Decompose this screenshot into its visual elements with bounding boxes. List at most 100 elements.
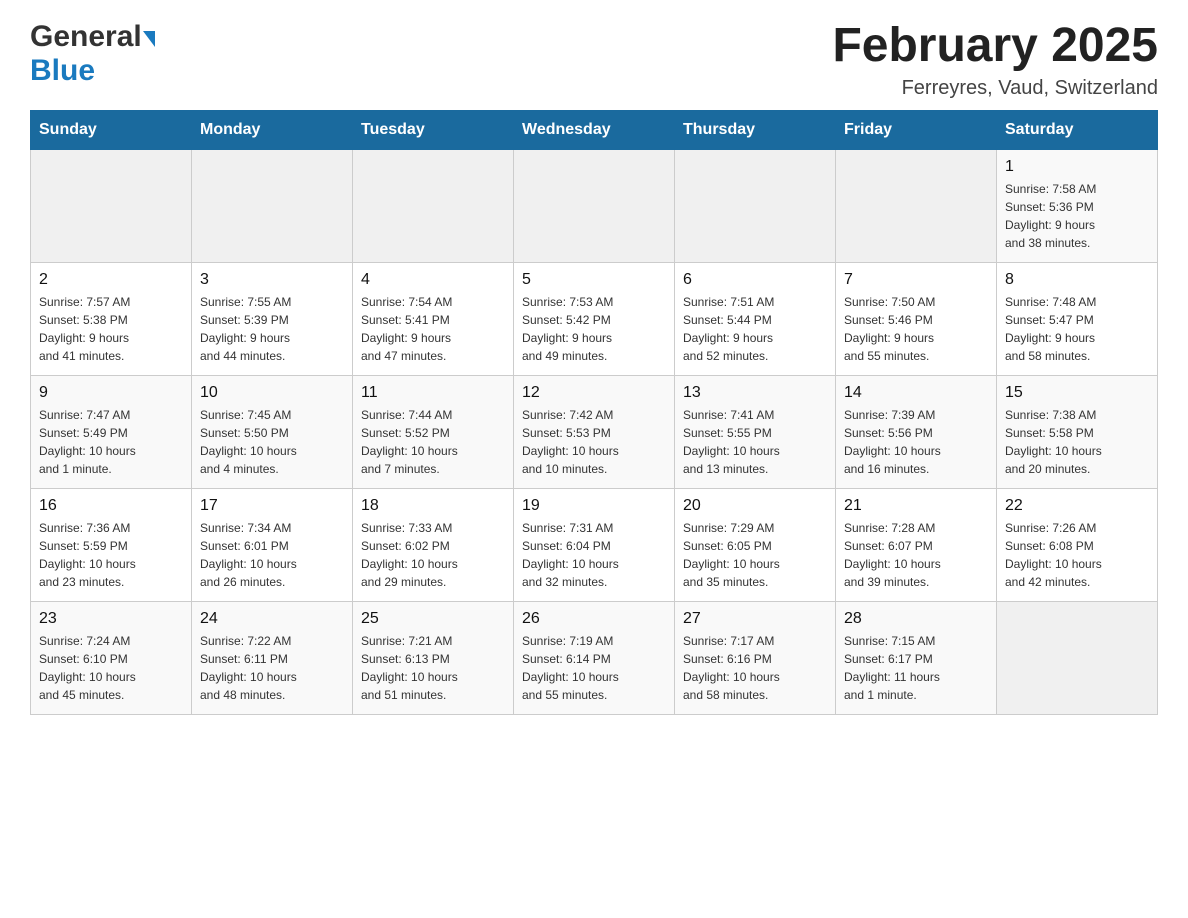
day-number: 24 [200,610,344,628]
day-info: Sunrise: 7:51 AM Sunset: 5:44 PM Dayligh… [683,293,827,365]
weekday-header-sunday: Sunday [31,110,192,149]
calendar-cell: 19 Sunrise: 7:31 AM Sunset: 6:04 PM Dayli… [514,488,675,601]
day-info: Sunrise: 7:34 AM Sunset: 6:01 PM Dayligh… [200,519,344,591]
day-info: Sunrise: 7:38 AM Sunset: 5:58 PM Dayligh… [1005,406,1149,478]
calendar-cell: 3 Sunrise: 7:55 AM Sunset: 5:39 PM Daylig… [192,262,353,375]
day-number: 18 [361,497,505,515]
logo-triangle-icon [143,31,155,47]
weekday-header-monday: Monday [192,110,353,149]
day-info: Sunrise: 7:47 AM Sunset: 5:49 PM Dayligh… [39,406,183,478]
calendar-cell [31,149,192,262]
weekday-header-saturday: Saturday [997,110,1158,149]
day-info: Sunrise: 7:26 AM Sunset: 6:08 PM Dayligh… [1005,519,1149,591]
day-info: Sunrise: 7:39 AM Sunset: 5:56 PM Dayligh… [844,406,988,478]
day-number: 8 [1005,271,1149,289]
calendar-cell: 14 Sunrise: 7:39 AM Sunset: 5:56 PM Dayli… [836,375,997,488]
calendar-cell: 6 Sunrise: 7:51 AM Sunset: 5:44 PM Daylig… [675,262,836,375]
day-number: 19 [522,497,666,515]
day-number: 6 [683,271,827,289]
day-number: 11 [361,384,505,402]
calendar-cell: 16 Sunrise: 7:36 AM Sunset: 5:59 PM Dayli… [31,488,192,601]
week-row-1: 1Sunrise: 7:58 AM Sunset: 5:36 PM Daylig… [31,149,1158,262]
week-row-4: 16 Sunrise: 7:36 AM Sunset: 5:59 PM Dayli… [31,488,1158,601]
weekday-header-tuesday: Tuesday [353,110,514,149]
location-text: Ferreyres, Vaud, Switzerland [832,77,1158,100]
week-row-2: 2 Sunrise: 7:57 AM Sunset: 5:38 PM Daylig… [31,262,1158,375]
calendar-cell: 10Sunrise: 7:45 AM Sunset: 5:50 PM Dayli… [192,375,353,488]
day-number: 9 [39,384,183,402]
day-number: 27 [683,610,827,628]
day-info: Sunrise: 7:55 AM Sunset: 5:39 PM Dayligh… [200,293,344,365]
day-info: Sunrise: 7:33 AM Sunset: 6:02 PM Dayligh… [361,519,505,591]
calendar-cell: 1Sunrise: 7:58 AM Sunset: 5:36 PM Daylig… [997,149,1158,262]
weekday-header-friday: Friday [836,110,997,149]
calendar-cell: 28Sunrise: 7:15 AM Sunset: 6:17 PM Dayli… [836,601,997,714]
calendar-cell: 17 Sunrise: 7:34 AM Sunset: 6:01 PM Dayli… [192,488,353,601]
day-info: Sunrise: 7:21 AM Sunset: 6:13 PM Dayligh… [361,632,505,704]
day-number: 3 [200,271,344,289]
weekday-header-thursday: Thursday [675,110,836,149]
logo: General Blue [30,20,155,88]
calendar-cell: 21 Sunrise: 7:28 AM Sunset: 6:07 PM Dayli… [836,488,997,601]
calendar-cell: 8Sunrise: 7:48 AM Sunset: 5:47 PM Daylig… [997,262,1158,375]
day-number: 28 [844,610,988,628]
day-number: 16 [39,497,183,515]
day-info: Sunrise: 7:29 AM Sunset: 6:05 PM Dayligh… [683,519,827,591]
day-info: Sunrise: 7:36 AM Sunset: 5:59 PM Dayligh… [39,519,183,591]
day-info: Sunrise: 7:24 AM Sunset: 6:10 PM Dayligh… [39,632,183,704]
day-info: Sunrise: 7:44 AM Sunset: 5:52 PM Dayligh… [361,406,505,478]
day-info: Sunrise: 7:58 AM Sunset: 5:36 PM Dayligh… [1005,180,1149,252]
calendar-cell: 23 Sunrise: 7:24 AM Sunset: 6:10 PM Dayli… [31,601,192,714]
day-info: Sunrise: 7:53 AM Sunset: 5:42 PM Dayligh… [522,293,666,365]
calendar-cell: 11 Sunrise: 7:44 AM Sunset: 5:52 PM Dayli… [353,375,514,488]
day-info: Sunrise: 7:41 AM Sunset: 5:55 PM Dayligh… [683,406,827,478]
calendar-cell: 9 Sunrise: 7:47 AM Sunset: 5:49 PM Daylig… [31,375,192,488]
day-number: 25 [361,610,505,628]
calendar-cell: 4 Sunrise: 7:54 AM Sunset: 5:41 PM Daylig… [353,262,514,375]
calendar-cell: 12 Sunrise: 7:42 AM Sunset: 5:53 PM Dayli… [514,375,675,488]
day-number: 14 [844,384,988,402]
calendar-cell: 20 Sunrise: 7:29 AM Sunset: 6:05 PM Dayli… [675,488,836,601]
weekday-header-wednesday: Wednesday [514,110,675,149]
calendar-cell [836,149,997,262]
calendar-table: SundayMondayTuesdayWednesdayThursdayFrid… [30,110,1158,715]
day-number: 13 [683,384,827,402]
week-row-5: 23 Sunrise: 7:24 AM Sunset: 6:10 PM Dayli… [31,601,1158,714]
week-row-3: 9 Sunrise: 7:47 AM Sunset: 5:49 PM Daylig… [31,375,1158,488]
calendar-cell: 18 Sunrise: 7:33 AM Sunset: 6:02 PM Dayli… [353,488,514,601]
day-number: 17 [200,497,344,515]
day-info: Sunrise: 7:22 AM Sunset: 6:11 PM Dayligh… [200,632,344,704]
day-number: 4 [361,271,505,289]
calendar-cell: 24 Sunrise: 7:22 AM Sunset: 6:11 PM Dayli… [192,601,353,714]
month-title: February 2025 [832,20,1158,73]
day-info: Sunrise: 7:57 AM Sunset: 5:38 PM Dayligh… [39,293,183,365]
calendar-cell [997,601,1158,714]
day-number: 20 [683,497,827,515]
calendar-cell: 26Sunrise: 7:19 AM Sunset: 6:14 PM Dayli… [514,601,675,714]
calendar-cell: 25 Sunrise: 7:21 AM Sunset: 6:13 PM Dayli… [353,601,514,714]
day-number: 22 [1005,497,1149,515]
day-number: 12 [522,384,666,402]
calendar-cell: 22 Sunrise: 7:26 AM Sunset: 6:08 PM Dayli… [997,488,1158,601]
day-number: 21 [844,497,988,515]
calendar-cell [192,149,353,262]
page-header: General Blue February 2025 Ferreyres, Va… [30,20,1158,100]
day-number: 15 [1005,384,1149,402]
day-number: 23 [39,610,183,628]
calendar-cell: 7Sunrise: 7:50 AM Sunset: 5:46 PM Daylig… [836,262,997,375]
calendar-cell: 2 Sunrise: 7:57 AM Sunset: 5:38 PM Daylig… [31,262,192,375]
day-number: 26 [522,610,666,628]
day-info: Sunrise: 7:31 AM Sunset: 6:04 PM Dayligh… [522,519,666,591]
title-block: February 2025 Ferreyres, Vaud, Switzerla… [832,20,1158,100]
calendar-cell [353,149,514,262]
calendar-cell [675,149,836,262]
day-info: Sunrise: 7:54 AM Sunset: 5:41 PM Dayligh… [361,293,505,365]
calendar-cell [514,149,675,262]
logo-blue-text: Blue [30,54,95,87]
day-info: Sunrise: 7:42 AM Sunset: 5:53 PM Dayligh… [522,406,666,478]
day-info: Sunrise: 7:28 AM Sunset: 6:07 PM Dayligh… [844,519,988,591]
day-number: 2 [39,271,183,289]
day-number: 10 [200,384,344,402]
weekday-header-row: SundayMondayTuesdayWednesdayThursdayFrid… [31,110,1158,149]
day-number: 5 [522,271,666,289]
